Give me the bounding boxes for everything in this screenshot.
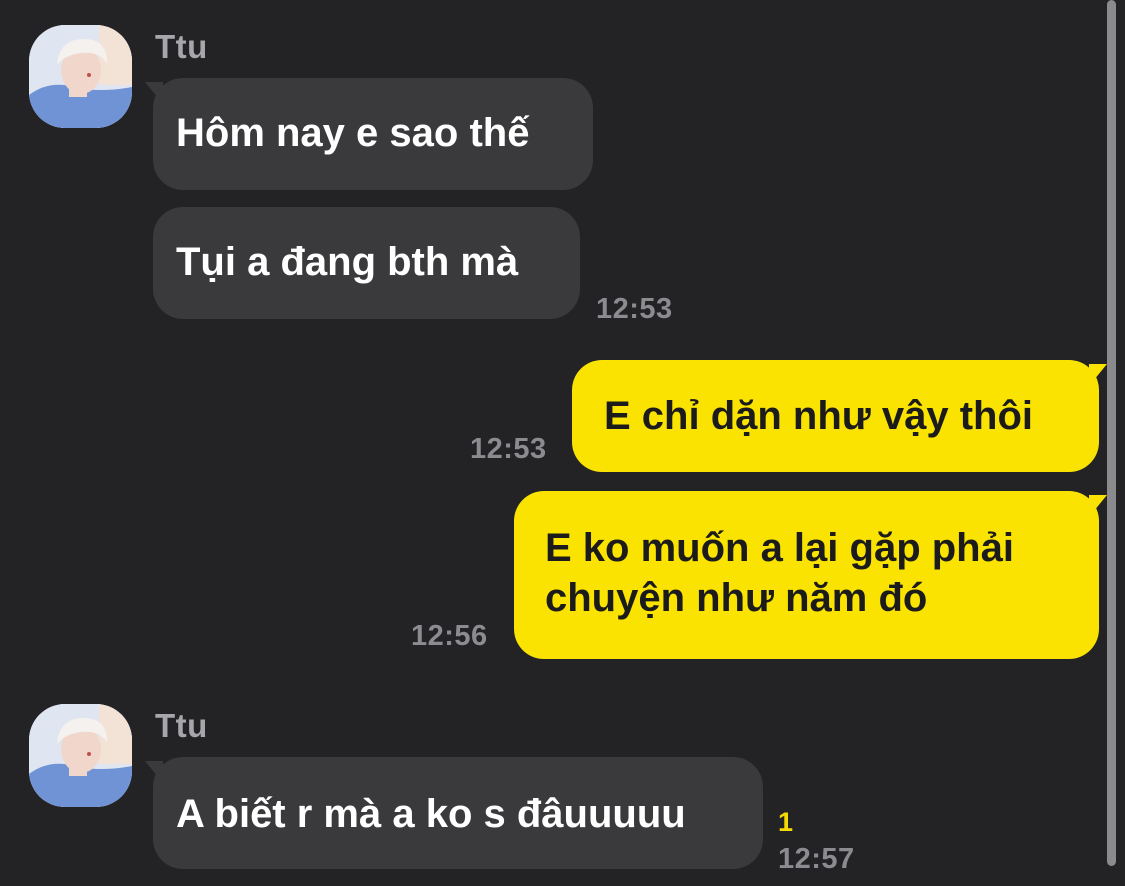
message-timestamp: 12:53 bbox=[470, 433, 547, 465]
message-timestamp: 12:53 bbox=[596, 293, 673, 325]
message-timestamp: 12:57 bbox=[778, 843, 855, 875]
sender-name: Ttu bbox=[155, 28, 208, 65]
message-bubble[interactable]: Hôm nay e sao thế bbox=[153, 78, 593, 190]
message-bubble[interactable]: E ko muốn a lại gặp phải chuyện như năm … bbox=[514, 491, 1099, 659]
message-text: E chỉ dặn như vậy thôi bbox=[604, 394, 1034, 438]
chat-view: Ttu Hôm nay e sao thế Tụi a đang bth mà … bbox=[0, 0, 1125, 886]
message-text-line: E ko muốn a lại gặp phải bbox=[545, 526, 1014, 570]
message-bubble[interactable]: A biết r mà a ko s đâuuuuu bbox=[153, 757, 763, 869]
message-bubble[interactable]: E chỉ dặn như vậy thôi bbox=[572, 360, 1099, 472]
message-bubble[interactable]: Tụi a đang bth mà bbox=[153, 207, 580, 319]
avatar[interactable] bbox=[29, 25, 132, 128]
message-text-line: chuyện như năm đó bbox=[545, 576, 928, 620]
scrollbar[interactable] bbox=[1107, 0, 1116, 866]
message-timestamp: 12:56 bbox=[411, 620, 488, 652]
message-text: A biết r mà a ko s đâuuuuu bbox=[176, 792, 686, 836]
avatar[interactable] bbox=[29, 704, 132, 807]
sender-name: Ttu bbox=[155, 707, 208, 744]
unread-count: 1 bbox=[778, 807, 794, 837]
avatar-image bbox=[29, 704, 132, 807]
message-text: Tụi a đang bth mà bbox=[176, 240, 519, 284]
bubble-tail bbox=[1089, 495, 1107, 517]
message-text: Hôm nay e sao thế bbox=[176, 111, 530, 155]
bubble-tail bbox=[1089, 364, 1107, 386]
avatar-image bbox=[29, 25, 132, 128]
